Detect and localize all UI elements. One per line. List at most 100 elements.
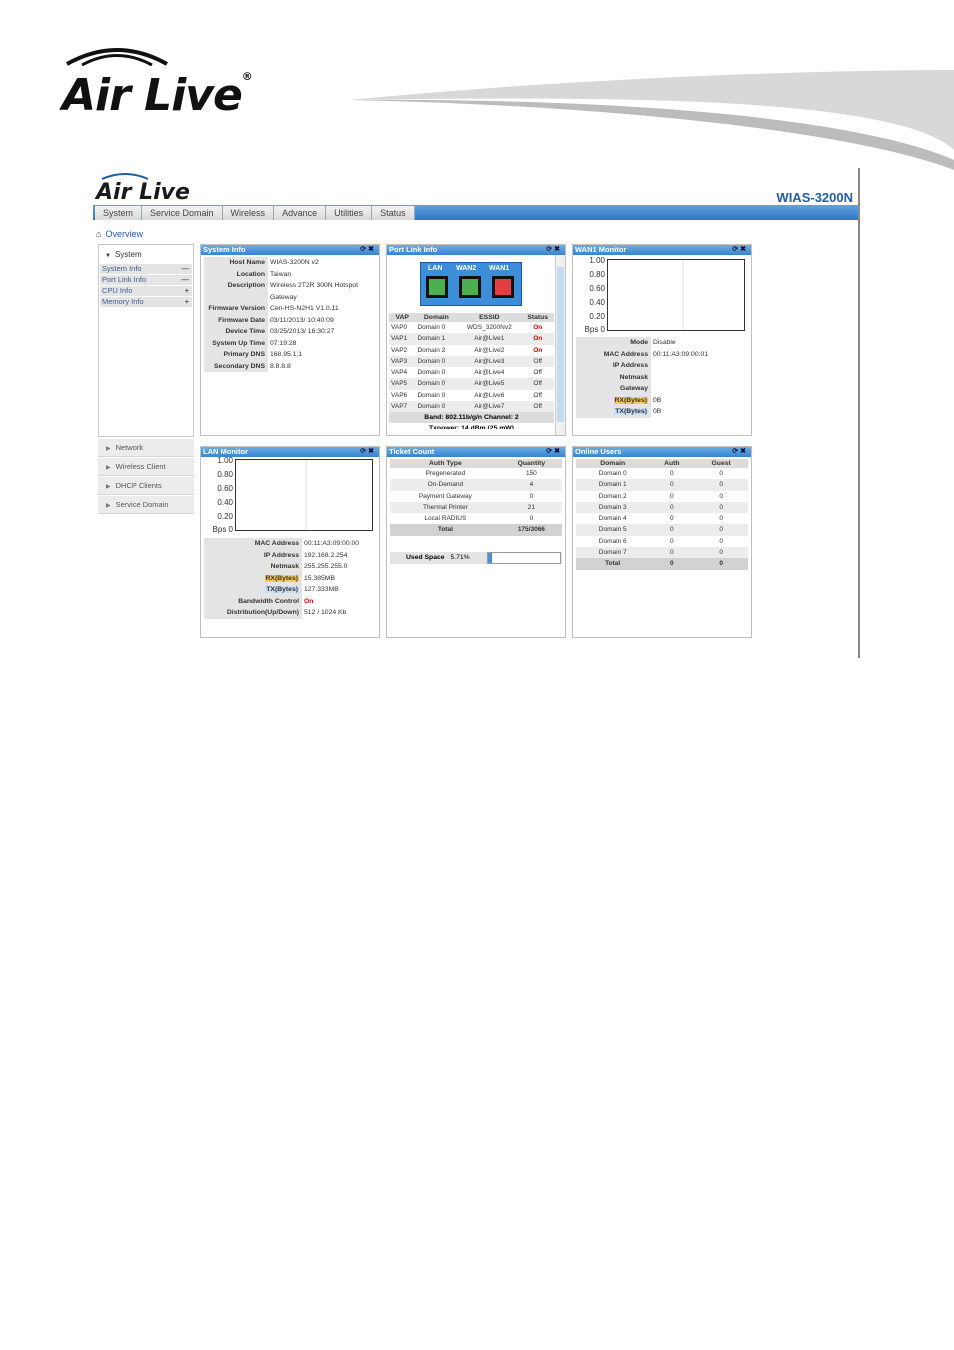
refresh-icon[interactable]: ⟳	[546, 246, 554, 253]
info-key: Host Name	[204, 257, 268, 269]
tab-wireless[interactable]: Wireless	[222, 206, 275, 220]
table-cell: VAP3	[389, 355, 416, 368]
home-icon: ⌂	[96, 229, 102, 239]
info-value: Taiwan	[268, 268, 376, 280]
vap-table: VAP Domain ESSID Status VAP0 Domain 0 WDS_…	[389, 313, 554, 413]
refresh-icon[interactable]: ⟳	[732, 246, 740, 253]
scrollbar[interactable]	[555, 255, 565, 435]
tab-service-domain[interactable]: Service Domain	[142, 206, 223, 220]
info-row: Netmask	[576, 371, 748, 383]
info-row: Gateway	[576, 383, 748, 395]
collapse-icon[interactable]: —	[182, 264, 193, 274]
info-row: RX(Bytes) 0B	[576, 394, 748, 406]
close-icon[interactable]: ✖	[740, 448, 748, 455]
table-cell: 0	[694, 547, 748, 559]
tab-advance[interactable]: Advance	[274, 206, 327, 220]
wan1-traffic-chart	[607, 259, 745, 331]
table-cell: Domain 1	[415, 333, 458, 345]
sidebar-item-wireless-client[interactable]: ▶ Wireless Client	[98, 458, 194, 476]
table-cell: Domain 2	[417, 346, 446, 354]
triangle-right-icon: ▶	[106, 503, 111, 509]
used-space-label: Used Space	[406, 554, 445, 561]
info-key: TX(Bytes)	[576, 406, 651, 418]
table-cell: 0	[694, 501, 748, 514]
table-cell: VAP4	[391, 369, 408, 377]
sidebar-item-cpu-info[interactable]: CPU Info +	[100, 286, 192, 296]
table-cell: VAP0	[391, 324, 408, 331]
refresh-icon[interactable]: ⟳	[546, 448, 554, 455]
port-wan2-icon	[459, 276, 481, 298]
info-key-text: RX(Bytes)	[264, 574, 299, 582]
close-icon[interactable]: ✖	[368, 246, 376, 253]
table-cell: WDS_3200Nv2	[466, 324, 512, 331]
table-cell: 0	[719, 492, 723, 500]
tab-utilities[interactable]: Utilities	[326, 206, 373, 220]
sidebar-header[interactable]: ▼ System	[99, 245, 193, 264]
info-row: Host Name WIAS-3200N v2	[204, 257, 376, 269]
table-cell: 175/3066	[500, 524, 562, 536]
close-icon[interactable]: ✖	[554, 246, 562, 253]
sidebar-item-memory-info[interactable]: Memory Info +	[100, 297, 192, 307]
tab-system[interactable]: System	[95, 206, 143, 220]
brand-logo: Air Live®	[62, 44, 253, 121]
sidebar-item-dhcp-clients[interactable]: ▶ DHCP Clients	[98, 477, 194, 495]
table-cell: Domain 0	[415, 401, 458, 413]
info-value	[651, 371, 748, 383]
info-key: Firmware Date	[204, 315, 268, 327]
sidebar-item-system-info[interactable]: System Info —	[100, 264, 192, 274]
table-row: On-Demand 4	[390, 479, 562, 491]
sidebar-item-network[interactable]: ▶ Network	[98, 439, 194, 457]
breadcrumb-overview[interactable]: Overview	[105, 229, 143, 239]
info-value: 192.168.2.254	[302, 549, 376, 561]
table-cell: Payment Gateway	[418, 492, 472, 500]
online-users-table: Domain Auth Guest Domain 0 0 0 Domain 1 0 0 Do…	[576, 459, 748, 570]
table-cell: 0	[670, 537, 674, 545]
table-cell: On	[521, 333, 554, 345]
close-icon[interactable]: ✖	[368, 448, 376, 455]
scrollbar-thumb[interactable]	[557, 267, 564, 422]
table-cell: 0	[694, 524, 748, 536]
model-name: WIAS-3200N	[776, 190, 853, 205]
info-key: Location	[204, 269, 268, 281]
refresh-icon[interactable]: ⟳	[732, 448, 740, 455]
table-row: Domain 0 0 0	[576, 468, 748, 479]
info-value	[651, 383, 748, 395]
app-screenshot: Air Live WIAS-3200N System Service Domai…	[93, 168, 861, 658]
port-status-diagram: LAN WAN2 WAN1	[420, 262, 522, 306]
tab-status[interactable]: Status	[372, 206, 415, 220]
nav-tabs: System Service Domain Wireless Advance U…	[95, 206, 415, 220]
table-cell: 0	[649, 524, 695, 536]
refresh-icon[interactable]: ⟳	[360, 448, 368, 455]
table-cell: Domain 0	[415, 355, 458, 368]
y-tick: 0.80	[589, 270, 605, 279]
wifi-arc-icon	[66, 48, 168, 67]
table-cell: 0	[719, 470, 723, 477]
table-cell: Domain 5	[576, 524, 650, 536]
sidebar-item-port-link-info[interactable]: Port Link Info —	[100, 275, 192, 285]
port-lan-icon	[426, 276, 448, 298]
table-cell: VAP1	[389, 333, 416, 345]
info-value: 07:19:28	[268, 337, 376, 349]
table-row: Thermal Printer 21	[390, 501, 562, 514]
refresh-icon[interactable]: ⟳	[360, 246, 368, 253]
close-icon[interactable]: ✖	[740, 246, 748, 253]
table-cell: 150	[525, 470, 537, 477]
port-label-wan2: WAN2	[456, 265, 477, 272]
info-key: RX(Bytes)	[204, 573, 302, 585]
expand-icon[interactable]: +	[185, 297, 192, 307]
info-row: Firmware Date 03/11/2013/ 10:40:09	[204, 314, 376, 327]
info-key-text: MAC Address	[254, 540, 299, 547]
info-key: Secondary DNS	[204, 361, 268, 373]
info-key: Distribution(Up/Down)	[204, 607, 302, 619]
info-row: MAC Address 00:11:A3:09:00:01	[576, 348, 748, 360]
info-key-text: RX(Bytes)	[613, 396, 648, 404]
expand-icon[interactable]: +	[185, 286, 192, 296]
panel-online-users: Online Users ⟳✖ Domain Auth Guest Domain …	[572, 446, 752, 638]
ticket-table-wrap: Auth Type Quantity Pregenerated 150 On-Dem…	[390, 459, 562, 536]
panel-lan-monitor: LAN Monitor ⟳✖ 1.00 0.80 0.60 0.40 0.20 B…	[200, 446, 380, 638]
collapse-icon[interactable]: —	[182, 275, 193, 285]
table-cell: Domain 4	[598, 515, 627, 523]
col-domain: Domain	[415, 313, 458, 322]
close-icon[interactable]: ✖	[554, 448, 562, 455]
sidebar-item-service-domain[interactable]: ▶ Service Domain	[98, 496, 194, 514]
